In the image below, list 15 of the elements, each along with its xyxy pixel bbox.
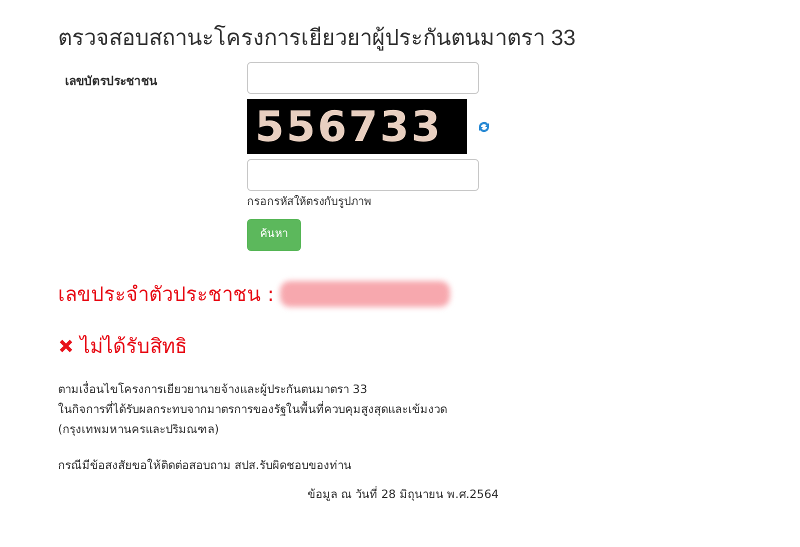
contact-note: กรณีมีข้อสงสัยขอให้ติดต่อสอบถาม สปส.รับผิดชอบของท่าน: [58, 456, 352, 474]
id-card-label: เลขบัตรประชาชน: [65, 74, 157, 88]
condition-text: ตามเงื่อนไขโครงการเยียวยานายจ้างและผู้ประกันตนมาตรา 33: [58, 380, 368, 398]
data-date: ข้อมูล ณ วันที่ 28 มิถุนายน พ.ศ.2564: [307, 486, 499, 503]
refresh-icon[interactable]: [477, 120, 491, 134]
status-text: ไม่ได้รับสิทธิ: [80, 332, 187, 360]
id-card-input[interactable]: [247, 62, 479, 94]
page-title: ตรวจสอบสถานะโครงการเยียวยาผู้ประกันตนมาตรา 33: [58, 24, 577, 52]
search-button[interactable]: ค้นหา: [247, 218, 301, 250]
captcha-image: 556733: [247, 99, 467, 154]
captcha-hint: กรอกรหัสให้ตรงกับรูปภาพ: [247, 194, 372, 210]
condition-text: (กรุงเทพมหานครและปริมณฑล): [58, 420, 220, 438]
condition-text: ในกิจการที่ได้รับผลกระทบจากมาตรการของรัฐในพื้นที่ควบคุมสูงสุดและเข้มงวด: [58, 400, 448, 418]
citizen-id-label: เลขประจำตัวประชาชน :: [58, 280, 274, 308]
captcha-input[interactable]: [247, 159, 479, 191]
